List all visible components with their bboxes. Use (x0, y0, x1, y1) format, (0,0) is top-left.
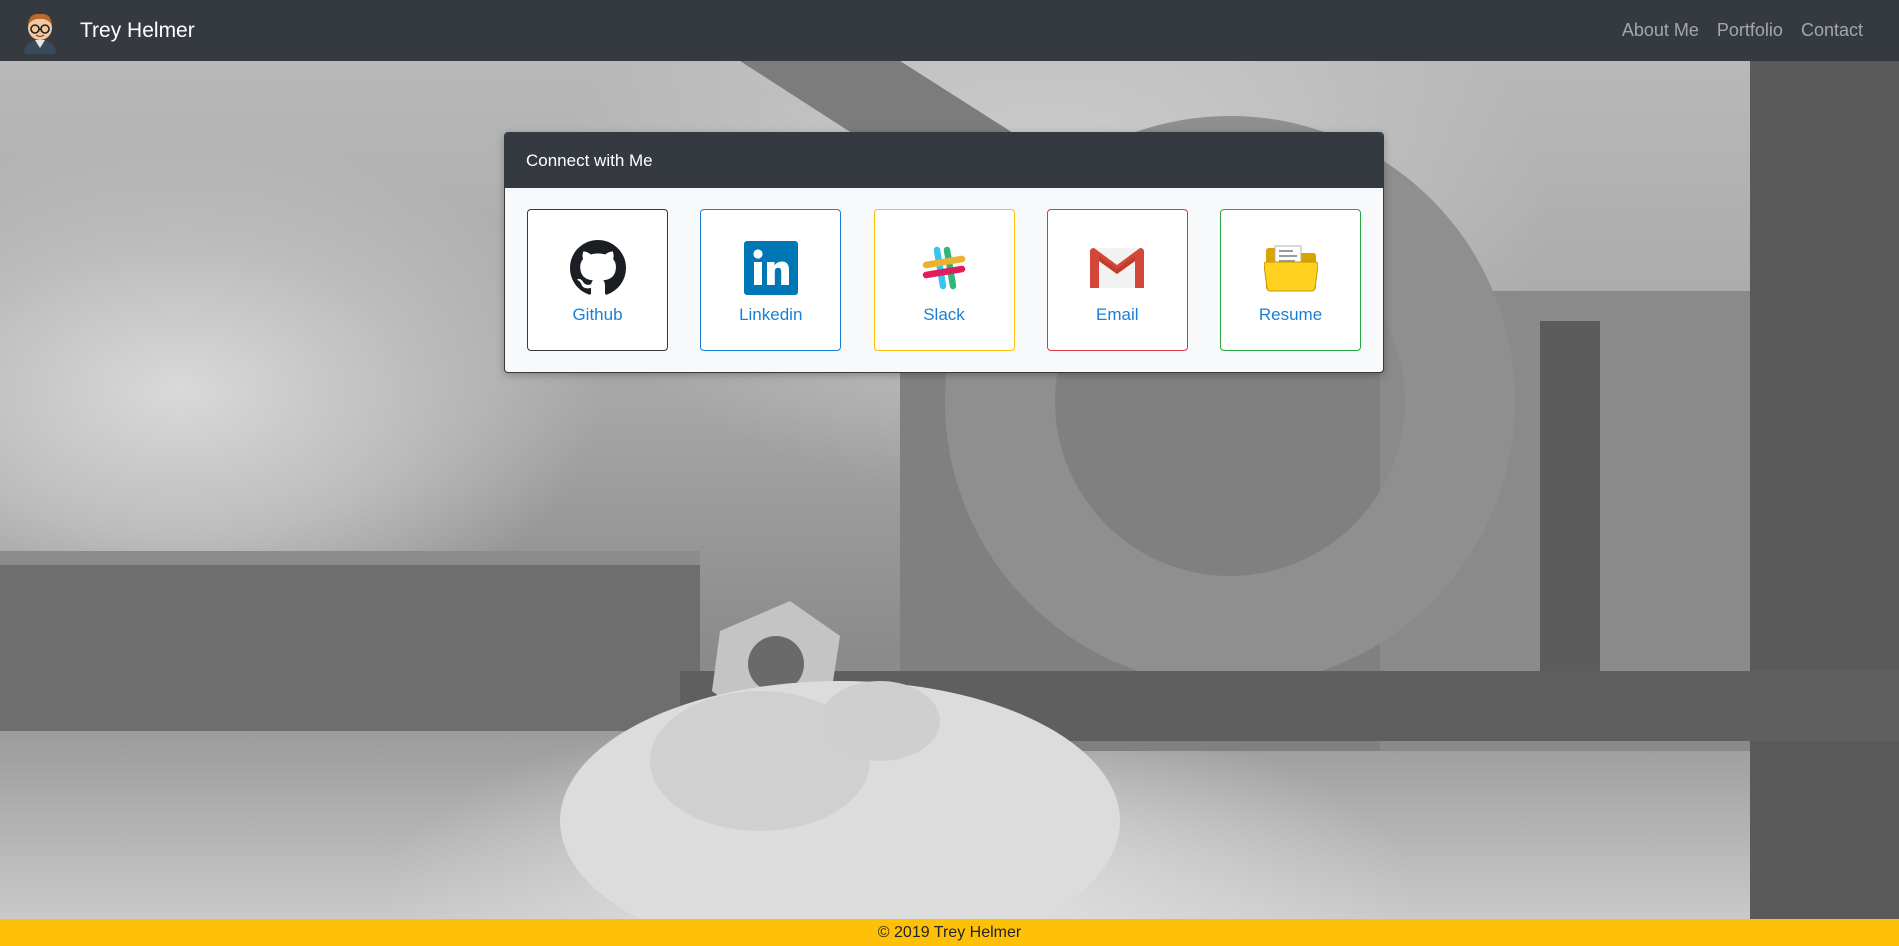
gmail-icon (1089, 240, 1145, 296)
connect-card: Connect with Me Github Linkedin Slack Em… (504, 132, 1384, 373)
nav-link-contact[interactable]: Contact (1792, 20, 1883, 41)
nav-links: About Me Portfolio Contact (1613, 20, 1883, 41)
page-footer: © 2019 Trey Helmer (0, 919, 1899, 946)
nav-link-portfolio[interactable]: Portfolio (1708, 20, 1792, 41)
brand-name[interactable]: Trey Helmer (80, 19, 195, 43)
linkedin-icon (743, 240, 799, 296)
resume-label: Resume (1258, 305, 1323, 324)
slack-link-tile[interactable]: Slack (873, 209, 1015, 351)
slack-icon (916, 240, 972, 296)
slack-label: Slack (923, 305, 965, 324)
email-label: Email (1095, 305, 1139, 324)
email-link-tile[interactable]: Email (1046, 209, 1188, 351)
linkedin-label: Linkedin (739, 305, 803, 324)
linkedin-link-tile[interactable]: Linkedin (700, 209, 842, 351)
connect-card-title: Connect with Me (505, 133, 1383, 188)
connect-card-body: Github Linkedin Slack Email Resume (505, 188, 1383, 351)
cartoon-avatar-icon[interactable] (20, 8, 60, 54)
resume-link-tile[interactable]: Resume (1220, 209, 1361, 351)
github-label: Github (572, 305, 623, 324)
top-navbar: Trey Helmer About Me Portfolio Contact (0, 0, 1899, 61)
folder-icon (1263, 240, 1319, 296)
github-link-tile[interactable]: Github (527, 209, 668, 351)
github-icon (569, 240, 626, 296)
copyright-text: © 2019 Trey Helmer (877, 923, 1022, 941)
nav-link-about-me[interactable]: About Me (1613, 20, 1708, 41)
